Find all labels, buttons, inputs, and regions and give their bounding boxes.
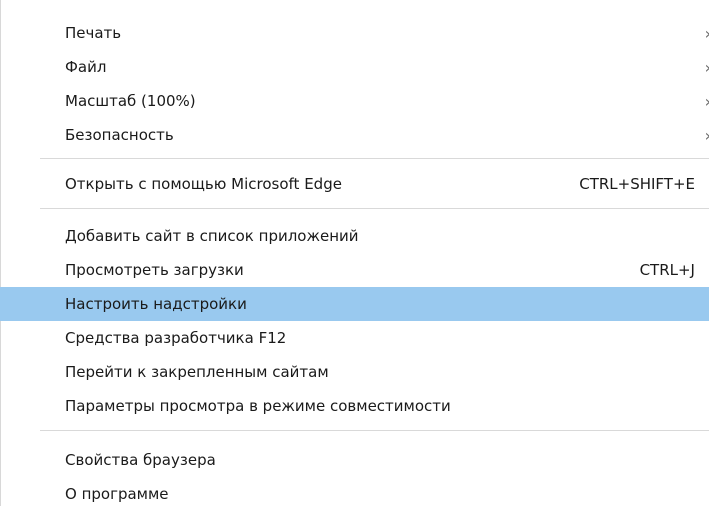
menu-item-label: Просмотреть загрузки bbox=[65, 261, 244, 279]
menu-item-label: Безопасность bbox=[65, 126, 174, 144]
menu-item-label: Открыть с помощью Microsoft Edge bbox=[65, 175, 342, 193]
context-menu: Печать › Файл › Масштаб (100%) › Безопас… bbox=[0, 0, 709, 506]
chevron-right-icon: › bbox=[705, 24, 709, 43]
menu-item-security[interactable]: Безопасность › bbox=[0, 118, 709, 152]
menu-item-label: Добавить сайт в список приложений bbox=[65, 227, 359, 245]
menu-item-pinned-sites[interactable]: Перейти к закрепленным сайтам bbox=[0, 355, 709, 389]
menu-item-label: Средства разработчика F12 bbox=[65, 329, 287, 347]
menu-item-label: Свойства браузера bbox=[65, 451, 216, 469]
menu-item-shortcut: CTRL+J bbox=[639, 261, 695, 279]
menu-item-label: Масштаб (100%) bbox=[65, 92, 196, 110]
menu-item-zoom[interactable]: Масштаб (100%) › bbox=[0, 84, 709, 118]
menu-separator bbox=[40, 158, 709, 159]
chevron-right-icon: › bbox=[705, 92, 709, 111]
menu-item-label: Настроить надстройки bbox=[65, 295, 247, 313]
menu-separator bbox=[40, 430, 709, 431]
menu-item-label: Файл bbox=[65, 58, 107, 76]
menu-item-shortcut: CTRL+SHIFT+E bbox=[579, 175, 695, 193]
menu-item-browser-properties[interactable]: Свойства браузера bbox=[0, 443, 709, 477]
chevron-right-icon: › bbox=[705, 126, 709, 145]
menu-item-manage-addons[interactable]: Настроить надстройки bbox=[0, 287, 709, 321]
chevron-right-icon: › bbox=[705, 58, 709, 77]
menu-item-view-downloads[interactable]: Просмотреть загрузки CTRL+J bbox=[0, 253, 709, 287]
menu-item-add-site-to-apps[interactable]: Добавить сайт в список приложений bbox=[0, 219, 709, 253]
menu-item-label: О программе bbox=[65, 485, 169, 503]
menu-item-label: Печать bbox=[65, 24, 122, 42]
menu-item-open-in-edge[interactable]: Открыть с помощью Microsoft Edge CTRL+SH… bbox=[0, 167, 709, 201]
menu-item-print[interactable]: Печать › bbox=[0, 16, 709, 50]
menu-separator bbox=[40, 208, 709, 209]
menu-item-compatibility-view[interactable]: Параметры просмотра в режиме совместимос… bbox=[0, 389, 709, 423]
menu-item-label: Перейти к закрепленным сайтам bbox=[65, 363, 329, 381]
menu-item-developer-tools[interactable]: Средства разработчика F12 bbox=[0, 321, 709, 355]
menu-item-label: Параметры просмотра в режиме совместимос… bbox=[65, 397, 451, 415]
menu-item-file[interactable]: Файл › bbox=[0, 50, 709, 84]
